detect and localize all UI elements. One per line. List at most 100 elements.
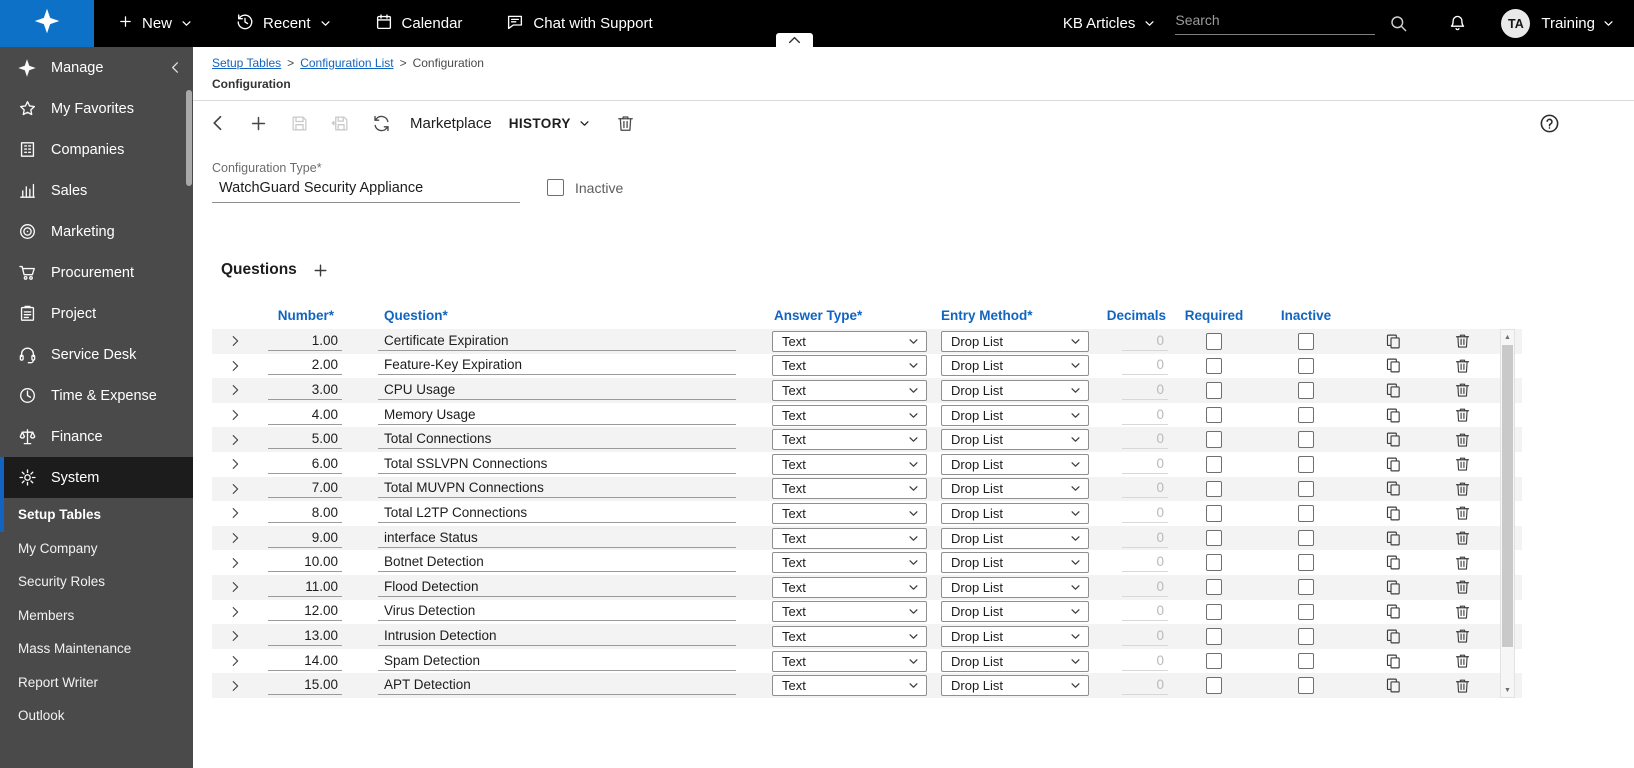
required-checkbox[interactable]	[1206, 628, 1223, 645]
help-button[interactable]	[1539, 113, 1560, 134]
question-input[interactable]: Flood Detection	[378, 578, 736, 597]
copy-icon[interactable]	[1385, 677, 1402, 694]
sidebar-item[interactable]: Service Desk	[0, 334, 193, 375]
history-menu[interactable]: HISTORY	[509, 116, 590, 131]
entry-method-select[interactable]: Drop List	[941, 675, 1089, 696]
delete-row-icon[interactable]	[1454, 504, 1471, 522]
delete-row-icon[interactable]	[1454, 332, 1471, 350]
question-input[interactable]: Total Connections	[378, 430, 736, 449]
delete-row-icon[interactable]	[1454, 455, 1471, 473]
expand-row-icon[interactable]	[228, 556, 242, 570]
delete-row-icon[interactable]	[1454, 627, 1471, 645]
expand-row-icon[interactable]	[228, 457, 242, 471]
entry-method-select[interactable]: Drop List	[941, 380, 1089, 401]
copy-icon[interactable]	[1385, 505, 1402, 522]
delete-row-icon[interactable]	[1454, 603, 1471, 621]
delete-row-icon[interactable]	[1454, 652, 1471, 670]
inactive-checkbox[interactable]	[1298, 481, 1315, 498]
copy-icon[interactable]	[1385, 382, 1402, 399]
sidebar-item[interactable]: Security Roles	[0, 565, 193, 599]
question-input[interactable]: Spam Detection	[378, 652, 736, 671]
number-input[interactable]: 8.00	[268, 504, 342, 523]
refresh-button[interactable]	[361, 103, 402, 143]
sidebar-item[interactable]: Time & Expense	[0, 375, 193, 416]
recent-menu[interactable]: Recent	[236, 13, 331, 35]
sidebar-item[interactable]: Marketing	[0, 211, 193, 252]
breadcrumb-setup-tables-link[interactable]: Setup Tables	[212, 56, 281, 70]
inactive-checkbox[interactable]	[1298, 382, 1315, 399]
copy-icon[interactable]	[1385, 628, 1402, 645]
scrollbar-thumb[interactable]	[1502, 345, 1513, 647]
answer-type-select[interactable]: Text	[772, 478, 927, 499]
required-checkbox[interactable]	[1206, 456, 1223, 473]
question-input[interactable]: Total SSLVPN Connections	[378, 455, 736, 474]
entry-method-select[interactable]: Drop List	[941, 478, 1089, 499]
copy-icon[interactable]	[1385, 579, 1402, 596]
number-input[interactable]: 15.00	[268, 676, 342, 695]
sidebar-item[interactable]: Procurement	[0, 252, 193, 293]
number-input[interactable]: 5.00	[268, 430, 342, 449]
delete-record-button[interactable]	[605, 103, 646, 143]
number-input[interactable]: 11.00	[268, 578, 342, 597]
scroll-down-arrow[interactable]: ▼	[1501, 683, 1514, 697]
expand-row-icon[interactable]	[228, 580, 242, 594]
inactive-checkbox[interactable]	[1298, 358, 1315, 375]
required-checkbox[interactable]	[1206, 579, 1223, 596]
required-checkbox[interactable]	[1206, 653, 1223, 670]
inactive-checkbox[interactable]	[1298, 554, 1315, 571]
answer-type-select[interactable]: Text	[772, 626, 927, 647]
expand-row-icon[interactable]	[228, 359, 242, 373]
required-checkbox[interactable]	[1206, 358, 1223, 375]
add-button[interactable]	[238, 103, 279, 143]
required-checkbox[interactable]	[1206, 677, 1223, 694]
inactive-checkbox[interactable]	[1298, 653, 1315, 670]
entry-method-select[interactable]: Drop List	[941, 331, 1089, 352]
user-avatar[interactable]: TA	[1501, 9, 1530, 38]
inactive-checkbox[interactable]	[1298, 431, 1315, 448]
question-input[interactable]: Virus Detection	[378, 602, 736, 621]
answer-type-select[interactable]: Text	[772, 552, 927, 573]
number-input[interactable]: 14.00	[268, 652, 342, 671]
expand-row-icon[interactable]	[228, 629, 242, 643]
question-input[interactable]: CPU Usage	[378, 381, 736, 400]
save-button[interactable]	[279, 103, 320, 143]
add-question-button[interactable]	[312, 262, 329, 279]
required-checkbox[interactable]	[1206, 554, 1223, 571]
number-input[interactable]: 12.00	[268, 602, 342, 621]
entry-method-select[interactable]: Drop List	[941, 405, 1089, 426]
expand-row-icon[interactable]	[228, 506, 242, 520]
delete-row-icon[interactable]	[1454, 677, 1471, 695]
question-input[interactable]: Intrusion Detection	[378, 627, 736, 646]
entry-method-select[interactable]: Drop List	[941, 651, 1089, 672]
required-checkbox[interactable]	[1206, 604, 1223, 621]
copy-icon[interactable]	[1385, 456, 1402, 473]
entry-method-select[interactable]: Drop List	[941, 577, 1089, 598]
configuration-type-input[interactable]: WatchGuard Security Appliance	[212, 175, 520, 203]
number-input[interactable]: 9.00	[268, 529, 342, 548]
sidebar-item[interactable]: Setup Tables	[0, 498, 193, 532]
number-input[interactable]: 3.00	[268, 381, 342, 400]
sidebar-item[interactable]: Members	[0, 599, 193, 633]
entry-method-select[interactable]: Drop List	[941, 552, 1089, 573]
entry-method-select[interactable]: Drop List	[941, 454, 1089, 475]
expand-row-icon[interactable]	[228, 482, 242, 496]
sidebar-item[interactable]: Outlook	[0, 699, 193, 733]
answer-type-select[interactable]: Text	[772, 355, 927, 376]
required-checkbox[interactable]	[1206, 333, 1223, 350]
inactive-checkbox[interactable]	[1298, 333, 1315, 350]
sidebar-item[interactable]: Sales	[0, 170, 193, 211]
sidebar-scrollbar-thumb[interactable]	[186, 90, 192, 186]
required-checkbox[interactable]	[1206, 382, 1223, 399]
sidebar-item[interactable]: My Company	[0, 532, 193, 566]
answer-type-select[interactable]: Text	[772, 380, 927, 401]
entry-method-select[interactable]: Drop List	[941, 626, 1089, 647]
search-icon[interactable]	[1389, 14, 1408, 33]
expand-row-icon[interactable]	[228, 605, 242, 619]
notifications-bell-icon[interactable]	[1448, 14, 1467, 33]
sidebar-item[interactable]: Report Writer	[0, 666, 193, 700]
number-input[interactable]: 1.00	[268, 332, 342, 351]
marketplace-button[interactable]: Marketplace	[410, 115, 492, 132]
answer-type-select[interactable]: Text	[772, 503, 927, 524]
required-checkbox[interactable]	[1206, 431, 1223, 448]
answer-type-select[interactable]: Text	[772, 429, 927, 450]
